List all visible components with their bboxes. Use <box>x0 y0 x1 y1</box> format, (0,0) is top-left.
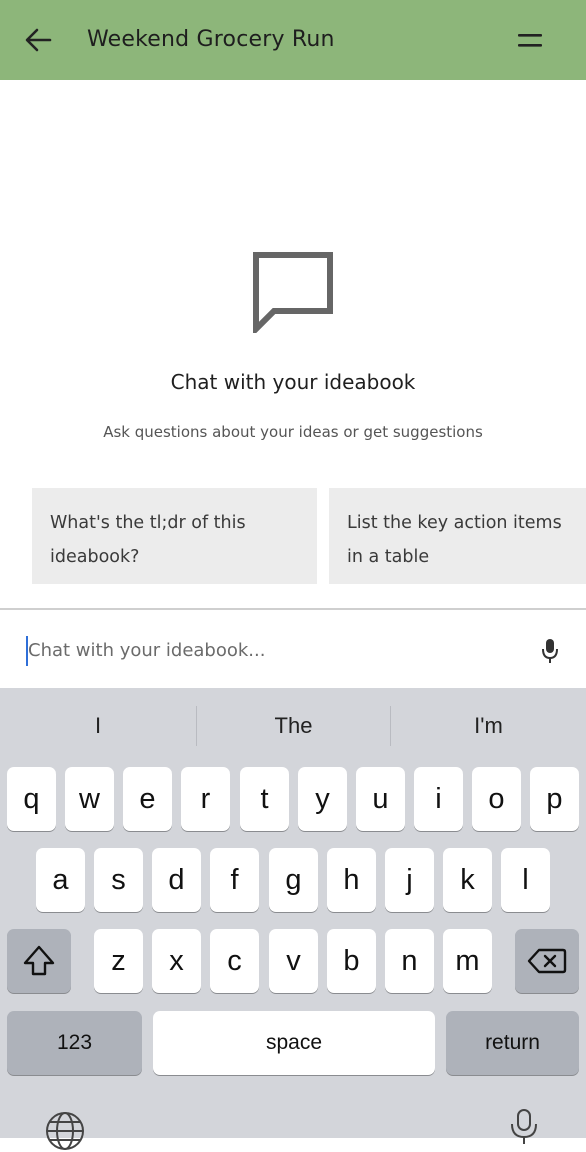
key[interactable]: j <box>385 848 434 912</box>
key[interactable]: t <box>240 767 289 831</box>
key[interactable]: p <box>530 767 579 831</box>
key[interactable]: d <box>152 848 201 912</box>
prediction-bar: I The I'm <box>0 688 586 764</box>
empty-state-title: Chat with your ideabook <box>170 370 416 394</box>
suggestion-chip[interactable]: What's the tl;dr of this ideabook? <box>32 488 317 584</box>
page-title: Weekend Grocery Run <box>87 27 335 52</box>
key[interactable]: n <box>385 929 434 993</box>
key[interactable]: l <box>501 848 550 912</box>
key[interactable]: g <box>269 848 318 912</box>
globe-icon[interactable] <box>44 1110 86 1152</box>
prediction-item[interactable]: The <box>197 688 390 764</box>
shift-key[interactable] <box>7 929 71 993</box>
space-key[interactable]: space <box>153 1011 435 1075</box>
arrow-left-icon[interactable] <box>22 24 54 56</box>
key[interactable]: e <box>123 767 172 831</box>
key[interactable]: q <box>7 767 56 831</box>
key[interactable]: x <box>152 929 201 993</box>
backspace-icon <box>527 948 567 974</box>
prediction-item[interactable]: I'm <box>391 688 586 764</box>
key[interactable]: c <box>210 929 259 993</box>
key[interactable]: z <box>94 929 143 993</box>
chat-bubble-icon <box>253 252 333 333</box>
key[interactable]: a <box>36 848 85 912</box>
app-header: Weekend Grocery Run <box>0 0 586 80</box>
shift-icon <box>23 945 55 976</box>
key[interactable]: k <box>443 848 492 912</box>
equals-menu-icon[interactable] <box>516 30 544 52</box>
return-key[interactable]: return <box>446 1011 579 1075</box>
key[interactable]: u <box>356 767 405 831</box>
suggestion-line: List the key action items <box>347 513 562 533</box>
suggestion-line: in a table <box>347 547 430 567</box>
key[interactable]: h <box>327 848 376 912</box>
prediction-item[interactable]: I <box>0 688 196 764</box>
chat-input[interactable] <box>26 630 508 670</box>
key[interactable]: r <box>181 767 230 831</box>
key[interactable]: y <box>298 767 347 831</box>
text-cursor <box>26 636 28 666</box>
divider <box>0 608 586 610</box>
microphone-icon[interactable] <box>540 637 560 665</box>
on-screen-keyboard: I The I'm q w e r t y u i o p a s d f g … <box>0 688 586 1150</box>
empty-state-subtitle: Ask questions about your ideas or get su… <box>103 423 483 441</box>
dictation-icon[interactable] <box>506 1106 542 1146</box>
suggestion-chip[interactable]: List the key action items in a table <box>329 488 586 584</box>
key[interactable]: o <box>472 767 521 831</box>
suggestion-line: What's the tl;dr of this <box>50 513 246 533</box>
backspace-key[interactable] <box>515 929 579 993</box>
numbers-key[interactable]: 123 <box>7 1011 142 1075</box>
key[interactable]: s <box>94 848 143 912</box>
key[interactable]: b <box>327 929 376 993</box>
key[interactable]: m <box>443 929 492 993</box>
key[interactable]: f <box>210 848 259 912</box>
key[interactable]: i <box>414 767 463 831</box>
key[interactable]: w <box>65 767 114 831</box>
suggestion-line: ideabook? <box>50 547 140 567</box>
key[interactable]: v <box>269 929 318 993</box>
